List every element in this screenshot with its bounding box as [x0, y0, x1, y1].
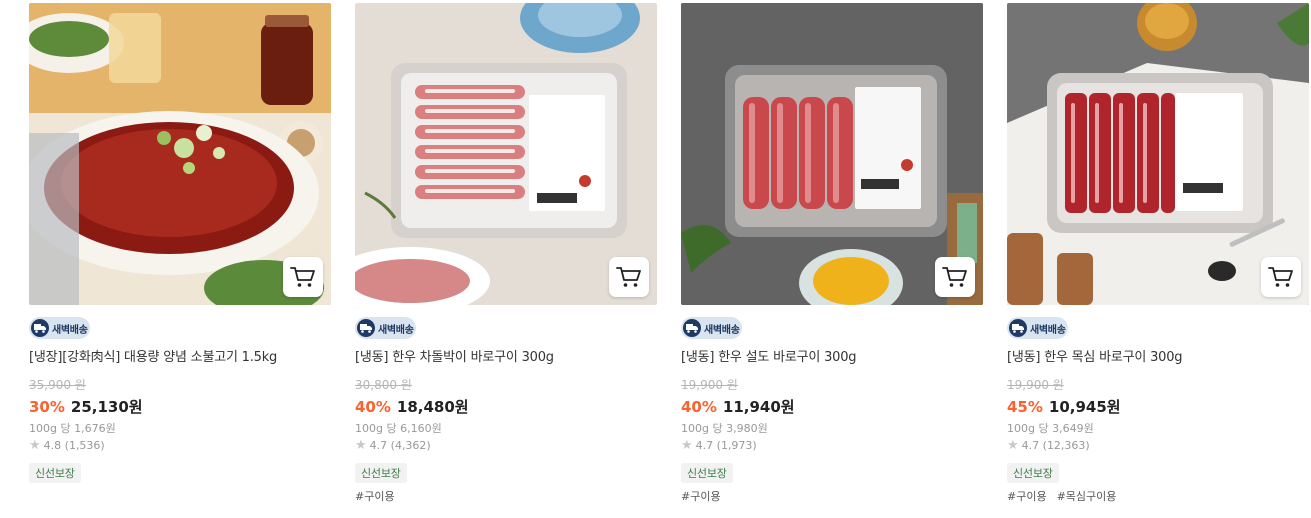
dawn-delivery-badge: 새벽배송	[29, 317, 90, 339]
cart-icon	[290, 267, 315, 287]
product-card[interactable]: 새벽배송 [냉동] 한우 차돌박이 바로구이 300g 30,800 원 40%…	[355, 3, 657, 503]
add-to-cart-button[interactable]	[283, 257, 323, 297]
product-title[interactable]: [냉동] 한우 차돌박이 바로구이 300g	[355, 346, 554, 365]
product-image[interactable]	[1007, 3, 1309, 305]
rating-text: 4.7 (4,362)	[369, 439, 431, 452]
hashtag-list: #구이용	[355, 488, 405, 504]
fresh-guarantee-tag: 신선보장	[355, 463, 407, 483]
badge-label: 새벽배송	[1030, 324, 1066, 336]
rating-text: 4.8 (1,536)	[43, 439, 105, 452]
cart-icon	[942, 267, 967, 287]
hashtag-list: #구이용	[681, 488, 731, 504]
product-image[interactable]	[29, 3, 331, 305]
badge-label: 새벽배송	[52, 324, 88, 336]
fresh-guarantee-tag: 신선보장	[29, 463, 81, 483]
cart-icon	[616, 267, 641, 287]
dawn-delivery-badge: 새벽배송	[681, 317, 742, 339]
truck-icon	[31, 319, 49, 337]
product-title[interactable]: [냉장][강화肉식] 대용량 양념 소불고기 1.5kg	[29, 346, 277, 365]
product-image[interactable]	[355, 3, 657, 305]
unit-price: 100g 당 3,980원	[681, 422, 768, 435]
product-card[interactable]: 새벽배송 [냉동] 한우 설도 바로구이 300g 19,900 원 40% 11…	[681, 3, 983, 503]
truck-icon	[357, 319, 375, 337]
star-icon: ★	[1007, 438, 1019, 453]
fresh-guarantee-tag: 신선보장	[1007, 463, 1059, 483]
discount-rate: 40%	[681, 398, 717, 416]
star-icon: ★	[29, 438, 41, 453]
add-to-cart-button[interactable]	[609, 257, 649, 297]
product-title[interactable]: [냉동] 한우 설도 바로구이 300g	[681, 346, 857, 365]
sale-price-row: 40% 11,940원	[681, 396, 795, 417]
dawn-delivery-badge: 새벽배송	[1007, 317, 1068, 339]
product-card[interactable]: 새벽배송 [냉동] 한우 목심 바로구이 300g 19,900 원 45% 10…	[1007, 3, 1309, 503]
discount-rate: 30%	[29, 398, 65, 416]
unit-price: 100g 당 1,676원	[29, 422, 116, 435]
star-icon: ★	[355, 438, 367, 453]
sale-price-row: 30% 25,130원	[29, 396, 143, 417]
original-price: 35,900 원	[29, 378, 86, 392]
original-price: 19,900 원	[681, 378, 738, 392]
product-image[interactable]	[681, 3, 983, 305]
unit-price: 100g 당 3,649원	[1007, 422, 1094, 435]
badge-label: 새벽배송	[378, 324, 414, 336]
rating: ★ 4.7 (12,363)	[1007, 439, 1090, 452]
hashtag-list: #구이용 #목심구이용	[1007, 488, 1126, 504]
rating: ★ 4.7 (1,973)	[681, 439, 757, 452]
original-price: 19,900 원	[1007, 378, 1064, 392]
sale-price: 18,480원	[396, 398, 469, 416]
unit-price: 100g 당 6,160원	[355, 422, 442, 435]
star-icon: ★	[681, 438, 693, 453]
rating-text: 4.7 (1,973)	[695, 439, 757, 452]
product-grid: 새벽배송 [냉장][강화肉식] 대용량 양념 소불고기 1.5kg 35,900…	[0, 0, 1311, 518]
sale-price: 11,940원	[722, 398, 795, 416]
sale-price-row: 45% 10,945원	[1007, 396, 1121, 417]
rating: ★ 4.8 (1,536)	[29, 439, 105, 452]
rating: ★ 4.7 (4,362)	[355, 439, 431, 452]
add-to-cart-button[interactable]	[935, 257, 975, 297]
rating-text: 4.7 (12,363)	[1021, 439, 1090, 452]
sale-price: 25,130원	[70, 398, 143, 416]
sale-price: 10,945원	[1048, 398, 1121, 416]
cart-icon	[1268, 267, 1293, 287]
product-card[interactable]: 새벽배송 [냉장][강화肉식] 대용량 양념 소불고기 1.5kg 35,900…	[29, 3, 331, 483]
hashtag[interactable]: #목심구이용	[1057, 490, 1117, 503]
original-price: 30,800 원	[355, 378, 412, 392]
discount-rate: 45%	[1007, 398, 1043, 416]
fresh-guarantee-tag: 신선보장	[681, 463, 733, 483]
hashtag[interactable]: #구이용	[1007, 490, 1047, 503]
truck-icon	[683, 319, 701, 337]
discount-rate: 40%	[355, 398, 391, 416]
add-to-cart-button[interactable]	[1261, 257, 1301, 297]
dawn-delivery-badge: 새벽배송	[355, 317, 416, 339]
badge-label: 새벽배송	[704, 324, 740, 336]
truck-icon	[1009, 319, 1027, 337]
sale-price-row: 40% 18,480원	[355, 396, 469, 417]
hashtag[interactable]: #구이용	[681, 490, 721, 503]
product-title[interactable]: [냉동] 한우 목심 바로구이 300g	[1007, 346, 1183, 365]
hashtag[interactable]: #구이용	[355, 490, 395, 503]
